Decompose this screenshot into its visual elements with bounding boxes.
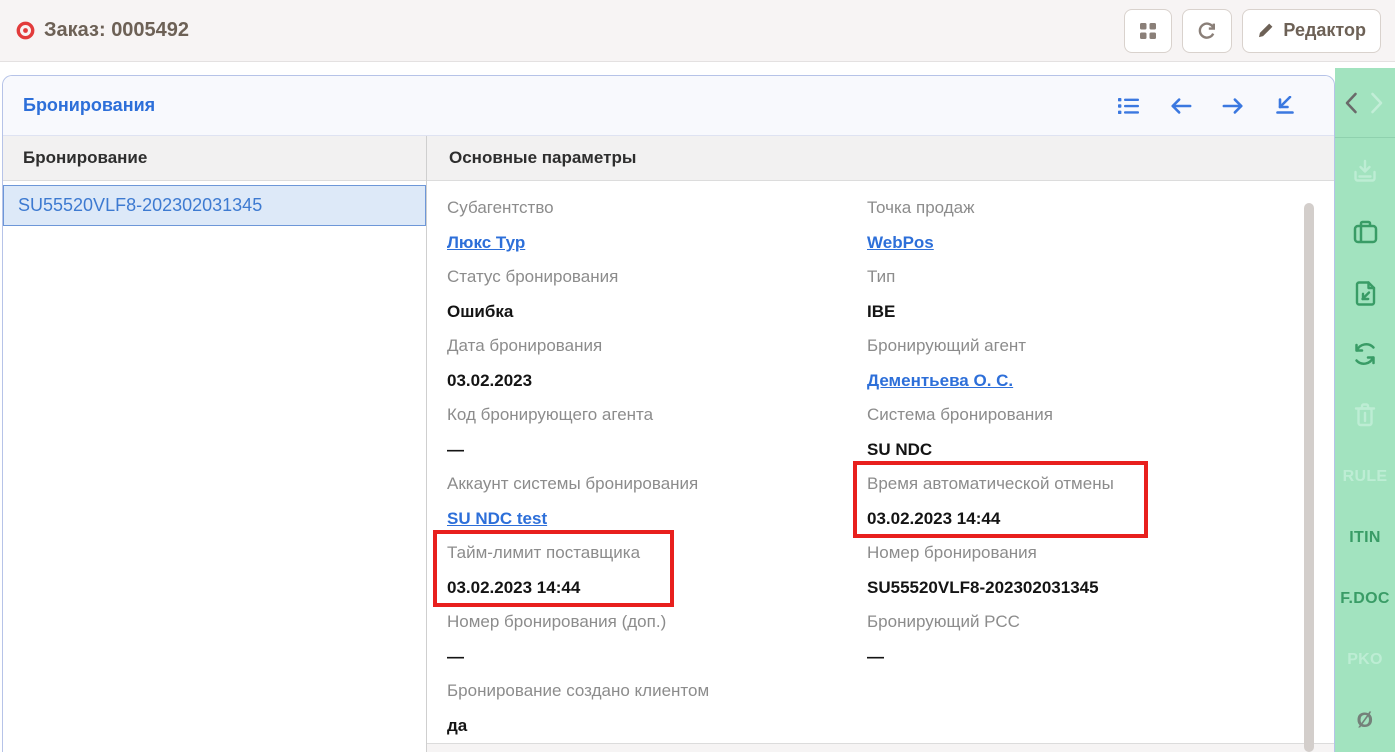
param-row: Система бронированияSU NDC	[867, 398, 1287, 467]
param-value-link[interactable]: Люкс Тур	[447, 233, 525, 252]
param-value: 03.02.2023 14:44	[447, 570, 640, 605]
sidebar-item-pko: PKO	[1343, 643, 1387, 677]
param-value: SU NDC test	[447, 501, 698, 536]
right-sidebar: RULE ITIN F.DOC PKO Ø	[1335, 68, 1395, 752]
param-label: Дата бронирования	[447, 329, 602, 363]
sidebar-nav	[1335, 68, 1395, 138]
param-value: —	[447, 432, 653, 467]
refresh-icon	[1197, 21, 1217, 41]
panel-body: Бронирование SU55520VLF8-202302031345 Ос…	[3, 136, 1334, 752]
param-value: —	[867, 639, 1020, 674]
sync-icon[interactable]	[1343, 337, 1387, 371]
params-column-left: Субагентство Люкс Тур Статус бронированияО…	[447, 191, 867, 743]
delete-icon	[1343, 398, 1387, 432]
vertical-scrollbar	[1304, 203, 1314, 752]
params-grid: Субагентство Люкс Тур Статус бронированияО…	[427, 181, 1334, 743]
list-view-icon[interactable]	[1118, 95, 1140, 117]
param-value: да	[447, 708, 709, 743]
param-row: Код бронирующего агента—	[447, 398, 867, 467]
param-value: IBE	[867, 294, 895, 329]
chevron-left-icon[interactable]	[1344, 92, 1360, 114]
order-title-label: Заказ: 0005492	[44, 19, 189, 42]
param-label: Код бронирующего агента	[447, 398, 653, 432]
top-header: Заказ: 0005492	[0, 0, 1395, 62]
editor-button-label: Редактор	[1283, 20, 1366, 41]
param-row: Номер бронирования (доп.)—	[447, 605, 867, 674]
sidebar-item-itin[interactable]: ITIN	[1343, 521, 1387, 555]
main-params-column: Основные параметры СубагентствоЛюкс ТурС…	[427, 136, 1334, 752]
param-row: Бронирующий РСС—	[867, 605, 1287, 674]
param-value-link[interactable]: WebPos	[867, 233, 934, 252]
save-icon[interactable]	[1343, 215, 1387, 249]
arrow-right-icon[interactable]	[1222, 95, 1244, 117]
next-section-divider	[427, 743, 1334, 752]
param-row: Точка продаж WebPos	[867, 191, 1287, 260]
sidebar-items: RULE ITIN F.DOC PKO Ø	[1335, 138, 1395, 752]
param-label: Время автоматической отмены	[867, 467, 1114, 501]
param-row: Аккаунт системы бронирования SU NDC test	[447, 467, 867, 536]
param-row: Бронирование создано клиентомда	[447, 674, 867, 743]
param-label: Бронирование создано клиентом	[447, 674, 709, 708]
param-value: Ошибка	[447, 294, 618, 329]
scrollbar-thumb[interactable]	[1304, 203, 1314, 752]
param-row: Тайм-лимит поставщика03.02.2023 14:44	[447, 536, 867, 605]
editor-button[interactable]: Редактор	[1242, 9, 1381, 53]
param-row: Номер бронированияSU55520VLF8-2023020313…	[867, 536, 1287, 605]
bookings-panel-header: Бронирования	[3, 76, 1334, 136]
sidebar-item-fdoc[interactable]: F.DOC	[1343, 582, 1387, 616]
param-value: SU55520VLF8-202302031345	[867, 570, 1099, 605]
param-label: Номер бронирования	[867, 536, 1099, 570]
param-label: Тип	[867, 260, 895, 294]
main-params-header: Основные параметры	[427, 136, 1334, 181]
panel-title: Бронирования	[23, 95, 155, 116]
param-row: Время автоматической отмены03.02.2023 14…	[867, 467, 1287, 536]
param-value: Дементьева О. С.	[867, 363, 1026, 398]
param-label: Аккаунт системы бронирования	[447, 467, 698, 501]
chevron-right-icon[interactable]	[1370, 92, 1386, 114]
order-title: Заказ: 0005492	[16, 19, 189, 42]
booking-list-item[interactable]: SU55520VLF8-202302031345	[3, 185, 426, 226]
param-value: SU NDC	[867, 432, 1053, 467]
bookings-panel: Бронирования	[2, 75, 1335, 752]
param-value-link[interactable]: Дементьева О. С.	[867, 371, 1013, 390]
param-row: Дата бронирования03.02.2023	[447, 329, 867, 398]
sidebar-item-rule: RULE	[1343, 460, 1387, 494]
refresh-button[interactable]	[1182, 9, 1232, 53]
param-value: —	[447, 639, 666, 674]
panel-toolbar	[1118, 95, 1296, 117]
param-label: Тайм-лимит поставщика	[447, 536, 640, 570]
order-status-icon	[16, 21, 35, 40]
param-label: Точка продаж	[867, 191, 974, 225]
collapse-arrow-icon[interactable]	[1274, 95, 1296, 117]
param-row: Бронирующий агент Дементьева О. С.	[867, 329, 1287, 398]
param-label: Бронирующий РСС	[867, 605, 1020, 639]
param-value-link[interactable]: SU NDC test	[447, 509, 547, 528]
param-value: WebPos	[867, 225, 974, 260]
param-label: Бронирующий агент	[867, 329, 1026, 363]
bookings-list-header: Бронирование	[3, 136, 426, 181]
param-label: Система бронирования	[867, 398, 1053, 432]
grid-view-button[interactable]	[1124, 9, 1172, 53]
sidebar-item-void[interactable]: Ø	[1343, 704, 1387, 738]
param-row: ТипIBE	[867, 260, 1287, 329]
arrow-left-icon[interactable]	[1170, 95, 1192, 117]
params-column-right: Точка продаж WebPos ТипIBEБронирующий аген…	[867, 191, 1287, 743]
import-icon	[1343, 154, 1387, 188]
topbar-actions: Редактор	[1124, 9, 1381, 53]
file-export-icon[interactable]	[1343, 276, 1387, 310]
param-value: 03.02.2023	[447, 363, 602, 398]
grid-icon	[1139, 22, 1157, 40]
param-label: Субагентство	[447, 191, 554, 225]
bookings-list-column: Бронирование SU55520VLF8-202302031345	[3, 136, 427, 752]
param-row: Субагентство Люкс Тур	[447, 191, 867, 260]
param-label: Номер бронирования (доп.)	[447, 605, 666, 639]
param-row: Статус бронированияОшибка	[447, 260, 867, 329]
param-label: Статус бронирования	[447, 260, 618, 294]
pencil-icon	[1257, 22, 1274, 39]
param-value: Люкс Тур	[447, 225, 554, 260]
param-value: 03.02.2023 14:44	[867, 501, 1114, 536]
